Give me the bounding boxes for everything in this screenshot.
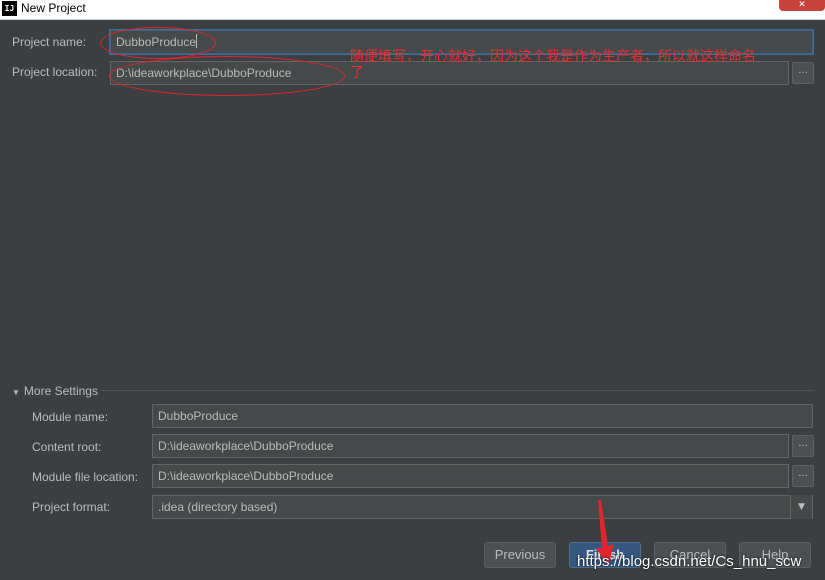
triangle-down-icon: ▼ <box>12 388 20 397</box>
content-root-label: Content root: <box>32 440 102 454</box>
project-location-value: D:\ideaworkplace\DubboProduce <box>116 66 292 80</box>
module-file-location-input[interactable]: D:\ideaworkplace\DubboProduce <box>152 464 789 488</box>
more-settings-toggle[interactable]: ▼ More Settings <box>12 384 98 398</box>
project-format-label: Project format: <box>32 500 111 514</box>
intellij-app-icon: IJ <box>2 1 17 16</box>
previous-button[interactable]: Previous <box>484 542 556 568</box>
module-file-location-value: D:\ideaworkplace\DubboProduce <box>158 469 334 483</box>
dropdown-arrow-icon[interactable]: ▼ <box>790 495 812 519</box>
content-root-input[interactable]: D:\ideaworkplace\DubboProduce <box>152 434 789 458</box>
project-location-label: Project location: <box>12 65 98 79</box>
close-icon: ✕ <box>798 0 806 10</box>
watermark-text: https://blog.csdn.net/Cs_hnu_scw <box>577 553 802 570</box>
module-file-location-browse-button[interactable]: ... <box>792 465 814 487</box>
close-button[interactable]: ✕ <box>779 0 825 11</box>
annotation-text-line1: 随便填写，开心就好，因为这个我是作为生产者，所以就这样命名 <box>350 49 756 65</box>
content-root-browse-button[interactable]: ... <box>792 435 814 457</box>
module-name-input[interactable]: DubboProduce <box>152 404 813 428</box>
content-root-value: D:\ideaworkplace\DubboProduce <box>158 439 334 453</box>
project-format-value: .idea (directory based) <box>158 500 278 514</box>
module-name-value: DubboProduce <box>158 409 239 423</box>
more-settings-label: More Settings <box>23 384 98 398</box>
more-settings-divider <box>102 390 813 391</box>
project-format-select[interactable]: .idea (directory based) <box>152 495 813 519</box>
project-name-value: DubboProduce <box>116 35 197 49</box>
title-bar: IJ New Project ✕ <box>0 0 825 20</box>
module-name-label: Module name: <box>32 410 109 424</box>
annotation-text-line2: 了 <box>350 65 364 81</box>
module-file-location-label: Module file location: <box>32 470 139 484</box>
project-location-browse-button[interactable]: ... <box>792 62 814 84</box>
window-title: New Project <box>21 1 86 15</box>
text-caret <box>196 34 198 48</box>
project-name-label: Project name: <box>12 35 87 49</box>
